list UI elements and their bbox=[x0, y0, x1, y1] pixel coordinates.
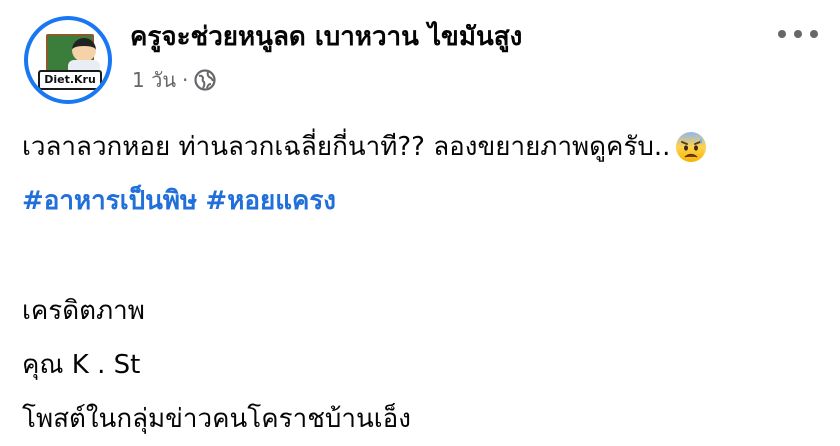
post-meta: 1 วัน · bbox=[132, 64, 216, 96]
more-dot bbox=[810, 30, 818, 38]
avatar-logo-text: Diet.Kru bbox=[38, 70, 102, 90]
page-avatar[interactable]: Diet.Kru bbox=[24, 16, 112, 104]
meta-separator: · bbox=[181, 68, 189, 92]
more-dot bbox=[778, 30, 786, 38]
page-name-link[interactable]: ครูจะช่วยหนูลด เบาหวาน ไขมันสูง bbox=[130, 16, 522, 57]
globe-icon[interactable] bbox=[194, 69, 216, 91]
hashtags: #อาหารเป็นพิษ #หอยแครง bbox=[22, 180, 336, 221]
post-text: เวลาลวกหอย ท่านลวกเฉลี่ยกี่นาที?? ลองขยา… bbox=[22, 132, 671, 162]
more-options-icon[interactable] bbox=[778, 26, 818, 42]
credit-title: เครดิตภาพ bbox=[22, 296, 145, 326]
credit-name: คุณ K . St bbox=[22, 350, 141, 380]
credit-source: โพสต์ในกลุ่มข่าวคนโคราชบ้านเอ็ง bbox=[22, 404, 411, 434]
hashtag-link[interactable]: #หอยแครง bbox=[205, 186, 336, 216]
post-text-line1: เวลาลวกหอย ท่านลวกเฉลี่ยกี่นาที?? ลองขยา… bbox=[22, 126, 708, 167]
anxious-face-icon bbox=[674, 130, 708, 164]
teacher-head-graphic bbox=[72, 38, 96, 62]
post-timestamp[interactable]: 1 วัน bbox=[132, 64, 176, 96]
hashtag-link[interactable]: #อาหารเป็นพิษ bbox=[22, 186, 197, 216]
avatar-image: Diet.Kru bbox=[28, 20, 108, 100]
more-dot bbox=[794, 30, 802, 38]
